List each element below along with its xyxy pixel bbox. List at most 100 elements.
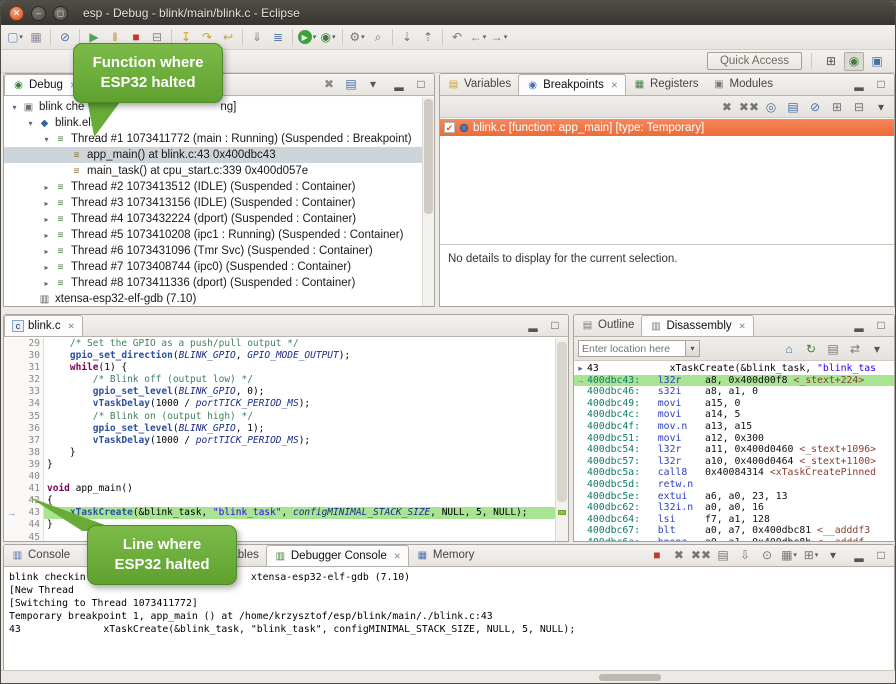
sync-selection-icon[interactable]: ⇄	[845, 339, 865, 358]
icon-ruler[interactable]	[4, 386, 19, 398]
debug-tree-row[interactable]: ▸≡Thread #2 1073413512 (IDLE) (Suspended…	[4, 179, 422, 195]
skip-all-breakpoints-icon[interactable]: ⊘	[805, 97, 825, 116]
search-icon[interactable]: ⌕	[368, 28, 388, 47]
console-tab-debugger-console[interactable]: ▥Debugger Console✕	[266, 545, 409, 566]
expander-icon[interactable]: ▸	[40, 231, 53, 240]
new-wizard-icon[interactable]: ▢▾	[5, 28, 25, 47]
minimize-icon[interactable]: ▂	[849, 546, 869, 565]
quick-access-button[interactable]: Quick Access	[707, 52, 802, 70]
location-dropdown-icon[interactable]: ▾	[686, 340, 700, 357]
icon-ruler[interactable]	[4, 411, 19, 423]
view-menu-icon[interactable]: ▾	[363, 75, 383, 94]
expander-icon[interactable]: ▸	[40, 199, 53, 208]
expander-icon[interactable]: ▸	[40, 183, 53, 192]
minimize-icon[interactable]: ▂	[523, 316, 543, 335]
editor-overview-ruler[interactable]	[555, 338, 568, 541]
minimize-button[interactable]: –	[31, 6, 46, 21]
view-menu-icon[interactable]: ▾	[823, 546, 843, 565]
right-tab-breakpoints[interactable]: ◉Breakpoints✕	[518, 74, 626, 95]
maximize-button[interactable]: ◻	[53, 6, 68, 21]
debug-tree-row[interactable]: ▾◆blink.elf	[4, 115, 422, 131]
open-perspective-icon[interactable]: ⊞	[821, 52, 841, 71]
debug-tree-row[interactable]: ▾≡Thread #1 1073411772 (main : Running) …	[4, 131, 422, 147]
pin-console-icon[interactable]: ⊙	[757, 546, 777, 565]
tab-close-icon[interactable]: ✕	[394, 551, 401, 562]
expander-icon[interactable]: ▾	[40, 135, 53, 144]
code-editor[interactable]: 29 /* Set the GPIO as a push/pull output…	[4, 338, 568, 541]
debug-perspective-icon[interactable]: ◉	[844, 52, 864, 71]
icon-ruler[interactable]	[4, 374, 19, 386]
breakpoint-checkbox[interactable]: ✔	[444, 122, 455, 133]
console-tab-console[interactable]: ▥Console	[4, 545, 77, 566]
scrollbar-thumb[interactable]	[557, 342, 567, 502]
display-selected-console-icon[interactable]: ▦▾	[779, 546, 799, 565]
icon-ruler[interactable]	[4, 459, 19, 471]
forward-icon[interactable]: →▾	[489, 28, 509, 47]
remove-all-terminated-icon[interactable]: ✖	[319, 75, 339, 94]
horizontal-scrollbar[interactable]	[599, 674, 661, 681]
maximize-icon[interactable]: □	[871, 546, 891, 565]
drop-to-frame-icon[interactable]: ⇓	[247, 28, 267, 47]
debug-tree-row[interactable]: ≡app_main() at blink.c:43 0x400dbc43	[4, 147, 422, 163]
icon-ruler[interactable]	[4, 483, 19, 495]
refresh-icon[interactable]: ↻	[801, 339, 821, 358]
run-icon[interactable]: ▶▾	[297, 28, 317, 47]
editor-tab-blink-c[interactable]: cblink.c✕	[4, 315, 83, 336]
outline-tab-disassembly[interactable]: ▥Disassembly✕	[641, 315, 753, 336]
thread-presentation-icon[interactable]: ▤	[341, 75, 361, 94]
debug-tree-row[interactable]: ▸≡Thread #8 1073411336 (dport) (Suspende…	[4, 275, 422, 291]
expander-icon[interactable]: ▸	[40, 263, 53, 272]
breakpoint-row[interactable]: ✔ blink.c [function: app_main] [type: Te…	[440, 119, 894, 136]
c-cpp-perspective-icon[interactable]: ▣	[867, 52, 887, 71]
show-source-icon[interactable]: ▤	[823, 339, 843, 358]
minimize-icon[interactable]: ▂	[849, 316, 869, 335]
remove-breakpoint-icon[interactable]: ✖	[717, 97, 737, 116]
maximize-icon[interactable]: □	[871, 75, 891, 94]
debug-tree-row[interactable]: ▸≡Thread #7 1073408744 (ipc0) (Suspended…	[4, 259, 422, 275]
last-edit-location-icon[interactable]: ↶	[447, 28, 467, 47]
goto-breakpoint-file-icon[interactable]: ▤	[783, 97, 803, 116]
collapse-all-icon[interactable]: ⊟	[849, 97, 869, 116]
right-tab-registers[interactable]: ▦Registers	[626, 74, 706, 95]
remove-all-breakpoints-icon[interactable]: ✖✖	[739, 97, 759, 116]
disassembly-listing[interactable]: ▸43 xTaskCreate(&blink_task, "blink_tas→…	[574, 361, 894, 541]
expander-icon[interactable]: ▸	[40, 215, 53, 224]
tab-close-icon[interactable]: ✕	[611, 80, 618, 91]
location-input[interactable]	[578, 340, 686, 357]
remove-launch-icon[interactable]: ✖	[669, 546, 689, 565]
debug-launch-icon[interactable]: ◉▾	[318, 28, 338, 47]
minimize-icon[interactable]: ▂	[849, 75, 869, 94]
back-icon[interactable]: ←▾	[468, 28, 488, 47]
next-annotation-icon[interactable]: ⇣	[397, 28, 417, 47]
tab-close-icon[interactable]: ✕	[739, 321, 746, 332]
expand-all-icon[interactable]: ⊞	[827, 97, 847, 116]
breakpoints-list[interactable]: ✔ blink.c [function: app_main] [type: Te…	[440, 119, 894, 244]
open-console-icon[interactable]: ⊞▾	[801, 546, 821, 565]
maximize-icon[interactable]: □	[871, 316, 891, 335]
view-menu-icon[interactable]: ▾	[871, 97, 891, 116]
icon-ruler[interactable]	[4, 362, 19, 374]
right-tab-modules[interactable]: ▣Modules	[706, 74, 780, 95]
debug-tree-row[interactable]: ▸≡Thread #6 1073431096 (Tmr Svc) (Suspen…	[4, 243, 422, 259]
tab-close-icon[interactable]: ✕	[68, 321, 75, 332]
show-breakpoints-for-selection-icon[interactable]: ◎	[761, 97, 781, 116]
instruction-pointer-icon[interactable]: →	[4, 507, 19, 519]
outline-tab-outline[interactable]: ▤Outline	[574, 315, 641, 336]
icon-ruler[interactable]	[4, 338, 19, 350]
debug-tree-row[interactable]: ▸≡Thread #5 1073410208 (ipc1 : Running) …	[4, 227, 422, 243]
step-return-icon[interactable]: ↩	[218, 28, 238, 47]
remove-all-launches-icon[interactable]: ✖✖	[691, 546, 711, 565]
icon-ruler[interactable]	[4, 471, 19, 483]
expander-icon[interactable]: ▾	[24, 119, 37, 128]
debug-tree-row[interactable]: ▸≡Thread #4 1073432224 (dport) (Suspende…	[4, 211, 422, 227]
maximize-icon[interactable]: □	[545, 316, 565, 335]
icon-ruler[interactable]	[4, 423, 19, 435]
icon-ruler[interactable]	[4, 350, 19, 362]
debug-tree-row[interactable]: ≡main_task() at cpu_start.c:339 0x400d05…	[4, 163, 422, 179]
terminate-icon[interactable]: ■	[647, 546, 667, 565]
icon-ruler[interactable]	[4, 447, 19, 459]
titlebar[interactable]: ✕–◻ esp - Debug - blink/main/blink.c - E…	[1, 1, 895, 25]
instruction-stepping-icon[interactable]: ≣	[268, 28, 288, 47]
minimize-icon[interactable]: ▂	[389, 75, 409, 94]
icon-ruler[interactable]	[4, 519, 19, 531]
